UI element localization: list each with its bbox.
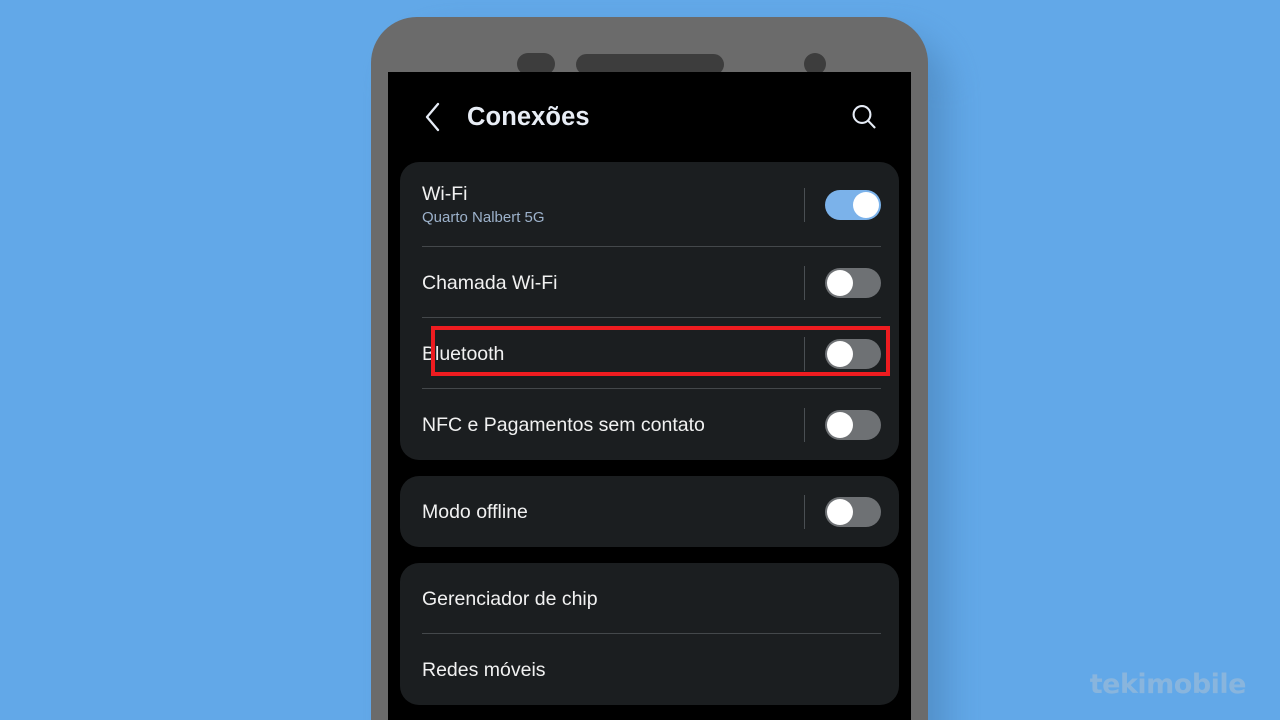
app-bar: Conexões: [388, 72, 911, 162]
row-labels: NFC e Pagamentos sem contato: [422, 413, 804, 437]
settings-row[interactable]: Bluetooth: [400, 318, 899, 389]
settings-card: Gerenciador de chip Redes móveis: [400, 563, 899, 705]
toggle-switch[interactable]: [825, 338, 881, 369]
toggle-wrap: [804, 187, 881, 222]
phone-screen: Conexões Wi-Fi Quarto Nalbert 5G Chamada W…: [388, 72, 911, 720]
toggle-knob: [827, 269, 853, 296]
row-title: Redes móveis: [422, 658, 546, 681]
toggle-knob: [853, 191, 879, 218]
row-labels: Wi-Fi Quarto Nalbert 5G: [422, 182, 804, 228]
toggle-separator: [804, 336, 805, 371]
settings-row[interactable]: Wi-Fi Quarto Nalbert 5G: [400, 162, 899, 247]
toggle-switch[interactable]: [825, 409, 881, 440]
row-title: Modo offline: [422, 500, 528, 523]
page-title: Conexões: [467, 102, 590, 131]
settings-row[interactable]: Chamada Wi-Fi: [400, 247, 899, 318]
toggle-separator: [804, 494, 805, 529]
toggle-separator: [804, 265, 805, 300]
search-icon: [852, 105, 876, 129]
search-button[interactable]: [845, 98, 883, 136]
phone-top-bezel: [371, 17, 928, 75]
toggle-wrap: [804, 407, 881, 442]
settings-row[interactable]: Gerenciador de chip: [400, 563, 899, 634]
row-labels: Bluetooth: [422, 342, 804, 366]
toggle-wrap: [804, 265, 881, 300]
toggle-switch[interactable]: [825, 496, 881, 527]
toggle-knob: [827, 498, 853, 525]
row-labels: Gerenciador de chip: [422, 587, 881, 611]
toggle-knob: [827, 340, 853, 367]
settings-row[interactable]: Redes móveis: [400, 634, 899, 705]
phone-device-frame: Conexões Wi-Fi Quarto Nalbert 5G Chamada W…: [371, 17, 928, 720]
back-button[interactable]: [414, 97, 450, 137]
settings-row[interactable]: Modo offline: [400, 476, 899, 547]
toggle-separator: [804, 187, 805, 222]
settings-card: Wi-Fi Quarto Nalbert 5G Chamada Wi-Fi Bluet…: [400, 162, 899, 460]
chevron-left-icon: [425, 102, 439, 132]
row-labels: Chamada Wi-Fi: [422, 271, 804, 295]
row-title: NFC e Pagamentos sem contato: [422, 413, 705, 436]
row-title: Wi-Fi: [422, 182, 468, 205]
row-title: Chamada Wi-Fi: [422, 271, 558, 294]
toggle-switch[interactable]: [825, 189, 881, 220]
toggle-knob: [827, 411, 853, 438]
toggle-switch[interactable]: [825, 267, 881, 298]
row-title: Gerenciador de chip: [422, 587, 598, 610]
screenshot-canvas: Conexões Wi-Fi Quarto Nalbert 5G Chamada W…: [0, 0, 1280, 720]
row-labels: Redes móveis: [422, 658, 881, 682]
settings-list: Wi-Fi Quarto Nalbert 5G Chamada Wi-Fi Bluet…: [388, 162, 911, 705]
row-labels: Modo offline: [422, 500, 804, 524]
row-subtitle: Quarto Nalbert 5G: [422, 208, 545, 226]
toggle-wrap: [804, 336, 881, 371]
watermark: tekimobile: [1089, 669, 1247, 700]
row-title: Bluetooth: [422, 342, 505, 365]
toggle-separator: [804, 407, 805, 442]
settings-row[interactable]: NFC e Pagamentos sem contato: [400, 389, 899, 460]
toggle-wrap: [804, 494, 881, 529]
settings-card: Modo offline: [400, 476, 899, 547]
